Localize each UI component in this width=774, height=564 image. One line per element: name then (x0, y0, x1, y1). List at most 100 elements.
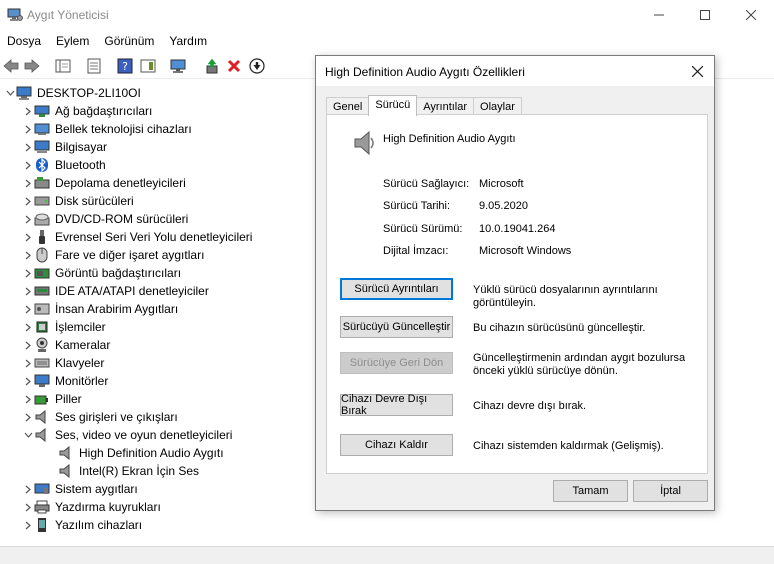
uninstall-icon[interactable] (225, 57, 243, 75)
chevron-right-icon[interactable] (22, 498, 34, 516)
menu-dosya[interactable]: Dosya (0, 30, 49, 52)
forward-arrow-icon[interactable] (23, 57, 41, 75)
tree-category-item[interactable]: Yazdırma kuyrukları (22, 498, 161, 516)
svg-text:?: ? (122, 60, 128, 73)
update-driver-button[interactable]: Sürücüyü Güncelleştir (340, 316, 453, 338)
chevron-right-icon[interactable] (22, 264, 34, 282)
chevron-right-icon[interactable] (22, 372, 34, 390)
uninstall-device-button[interactable]: Cihazı Kaldır (340, 434, 453, 456)
tree-item-label: Fare ve diğer işaret aygıtları (55, 248, 205, 262)
tree-category-item[interactable]: Monitörler (22, 372, 108, 390)
chevron-right-icon[interactable] (22, 282, 34, 300)
menu-gorunum[interactable]: Görünüm (97, 30, 162, 52)
chevron-down-icon[interactable] (22, 426, 34, 444)
window-title: Aygıt Yöneticisi (27, 8, 109, 22)
storage-controller-icon (34, 175, 50, 191)
chevron-right-icon[interactable] (22, 192, 34, 210)
back-arrow-icon[interactable] (2, 57, 20, 75)
tree-category-item[interactable]: Fare ve diğer işaret aygıtları (22, 246, 204, 264)
tree-category-item[interactable]: DVD/CD-ROM sürücüleri (22, 210, 188, 228)
show-hide-tree-icon[interactable] (54, 57, 72, 75)
chevron-right-icon[interactable] (22, 228, 34, 246)
tree-category-item[interactable]: Ağ bağdaştırıcıları (22, 102, 152, 120)
chevron-right-icon[interactable] (22, 210, 34, 228)
maximize-button[interactable] (682, 0, 728, 30)
tree-category-item[interactable]: Bellek teknolojisi cihazları (22, 120, 192, 138)
disable-device-button[interactable]: Cihazı Devre Dışı Bırak (340, 393, 453, 417)
tree-root-label: DESKTOP-2LI10OI (37, 86, 141, 100)
action-pane-icon[interactable] (139, 57, 157, 75)
chevron-right-icon[interactable] (22, 138, 34, 156)
tree-item-label: Yazılım cihazları (55, 518, 143, 532)
dialog-close-icon[interactable] (688, 62, 706, 80)
chevron-right-icon[interactable] (22, 408, 34, 426)
tree-category-item[interactable]: Yazılım cihazları (22, 516, 142, 534)
tree-category-item[interactable]: Bilgisayar (22, 138, 107, 156)
tree-category-item[interactable]: İşlemciler (22, 318, 106, 336)
disable-device-desc: Cihazı devre dışı bırak. (473, 400, 587, 412)
update-driver-desc: Bu cihazın sürücüsünü güncelleştir. (473, 322, 646, 334)
disable-device-icon[interactable] (248, 57, 266, 75)
battery-icon (34, 391, 50, 407)
chevron-right-icon[interactable] (22, 480, 34, 498)
date-value: 9.05.2020 (479, 200, 528, 212)
tree-category-item[interactable]: Piller (22, 390, 82, 408)
camera-icon (34, 337, 50, 353)
provider-label: Sürücü Sağlayıcı: (383, 178, 470, 190)
driver-details-button[interactable]: Sürücü Ayrıntıları (340, 278, 453, 300)
tree-device-item[interactable]: High Definition Audio Aygıtı (44, 444, 224, 462)
speaker-icon (58, 463, 74, 479)
minimize-button[interactable] (636, 0, 682, 30)
chevron-right-icon[interactable] (22, 390, 34, 408)
tree-category-item[interactable]: Ses girişleri ve çıkışları (22, 408, 178, 426)
update-driver-icon[interactable] (203, 57, 221, 75)
tree-category-item[interactable]: Depolama denetleyicileri (22, 174, 186, 192)
close-button[interactable] (728, 0, 774, 30)
help-icon[interactable]: ? (116, 57, 134, 75)
menu-eylem[interactable]: Eylem (49, 30, 97, 52)
tree-category-item[interactable]: Görüntü bağdaştırıcıları (22, 264, 181, 282)
ok-button[interactable]: Tamam (553, 480, 628, 502)
cancel-button[interactable]: İptal (633, 480, 708, 502)
tab-surucu[interactable]: Sürücü (368, 95, 418, 116)
tree-item-label: Ağ bağdaştırıcıları (55, 104, 153, 118)
tree-item-label: Intel(R) Ekran İçin Ses (79, 464, 200, 478)
chevron-down-icon[interactable] (4, 84, 16, 102)
tree-item-label: Görüntü bağdaştırıcıları (55, 266, 182, 280)
tree-root[interactable]: DESKTOP-2LI10OI (4, 84, 141, 102)
menu-yardim[interactable]: Yardım (162, 30, 215, 52)
tree-item-label: Bilgisayar (55, 140, 108, 154)
chevron-right-icon[interactable] (22, 336, 34, 354)
tree-device-item[interactable]: Intel(R) Ekran İçin Ses (44, 462, 199, 480)
tree-category-item[interactable]: Bluetooth (22, 156, 106, 174)
tree-category-item[interactable]: İnsan Arabirim Aygıtları (22, 300, 178, 318)
chevron-right-icon[interactable] (22, 246, 34, 264)
hid-icon (34, 301, 50, 317)
tree-category-item[interactable]: Disk sürücüleri (22, 192, 134, 210)
tree-category-item[interactable]: Klavyeler (22, 354, 104, 372)
bluetooth-icon (34, 157, 50, 173)
properties-icon[interactable] (85, 57, 103, 75)
uninstall-device-desc: Cihazı sistemden kaldırmak (Gelişmiş). (473, 440, 664, 452)
tree-category-item[interactable]: Evrensel Seri Veri Yolu denetleyicileri (22, 228, 252, 246)
roll-back-driver-button[interactable]: Sürücüye Geri Dön (340, 352, 453, 374)
tree-category-item[interactable]: Sistem aygıtları (22, 480, 138, 498)
tree-category-item[interactable]: IDE ATA/ATAPI denetleyiciler (22, 282, 209, 300)
signer-value: Microsoft Windows (479, 245, 572, 257)
computer-icon (16, 85, 32, 101)
chevron-right-icon[interactable] (22, 102, 34, 120)
chevron-right-icon[interactable] (22, 156, 34, 174)
network-adapter-icon (34, 103, 50, 119)
chevron-right-icon[interactable] (22, 120, 34, 138)
usb-icon (34, 229, 50, 245)
tree-category-item[interactable]: Kameralar (22, 336, 110, 354)
chevron-right-icon[interactable] (22, 300, 34, 318)
chevron-right-icon[interactable] (22, 516, 34, 534)
scan-hardware-icon[interactable] (170, 57, 188, 75)
properties-dialog: High Definition Audio Aygıtı Özellikleri… (315, 55, 715, 511)
tree-category-item[interactable]: Ses, video ve oyun denetleyicileri (22, 426, 232, 444)
chevron-right-icon[interactable] (22, 318, 34, 336)
chevron-right-icon[interactable] (22, 174, 34, 192)
chevron-right-icon[interactable] (22, 354, 34, 372)
tree-item-label: Bluetooth (55, 158, 106, 172)
